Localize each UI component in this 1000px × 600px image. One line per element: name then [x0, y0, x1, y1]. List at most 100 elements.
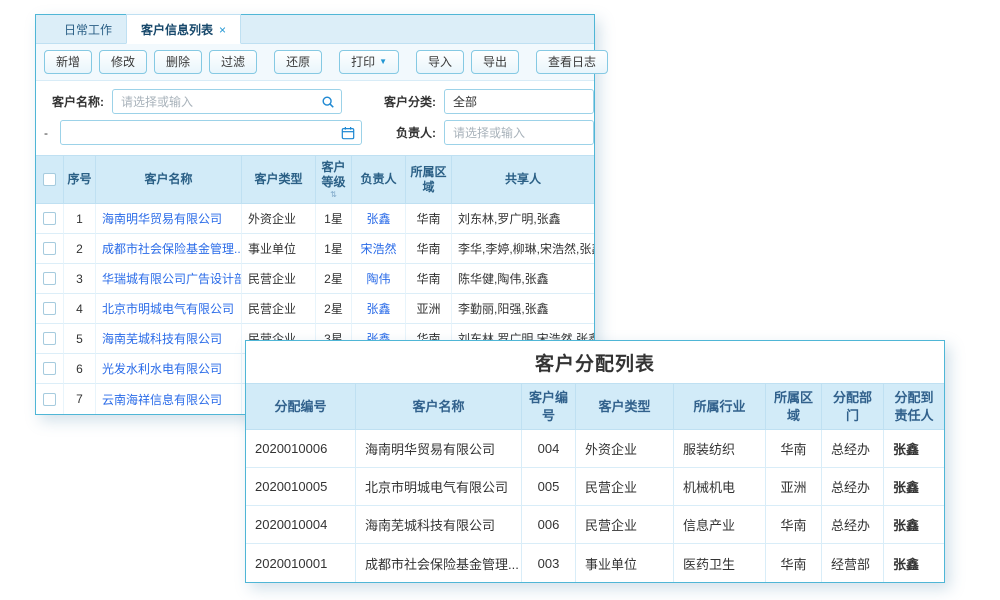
assign-no-link[interactable]: 2020010001: [246, 544, 356, 582]
customer-type: 事业单位: [576, 544, 674, 582]
filter-area: 客户名称: 请选择或输入 客户分类: 全部 - 负: [36, 81, 594, 155]
add-button[interactable]: 新增: [44, 50, 92, 74]
customer-level: 2星: [316, 294, 352, 324]
customer-level: 1星: [316, 204, 352, 234]
owner-link[interactable]: 宋浩然: [352, 234, 406, 264]
assignee-link[interactable]: 张鑫: [884, 544, 944, 582]
delete-button[interactable]: 删除: [154, 50, 202, 74]
dept: 总经办: [822, 506, 884, 544]
owner-link[interactable]: 张鑫: [352, 204, 406, 234]
header-region: 所属区域: [766, 383, 822, 430]
customer-name-link[interactable]: 光发水利水电有限公司: [96, 354, 242, 384]
edit-button[interactable]: 修改: [99, 50, 147, 74]
table-row[interactable]: 2020010005 北京市明城电气有限公司 005 民营企业 机械机电 亚洲 …: [246, 468, 944, 506]
select-all-checkbox[interactable]: [43, 173, 56, 186]
assignee-link[interactable]: 张鑫: [884, 468, 944, 506]
date-range-separator: -: [44, 126, 48, 140]
calendar-icon[interactable]: [341, 126, 355, 140]
row-number: 3: [64, 264, 96, 294]
assign-no-link[interactable]: 2020010004: [246, 506, 356, 544]
customer-name-link[interactable]: 云南海祥信息有限公司: [96, 384, 242, 414]
header-assignee: 分配到责任人: [884, 383, 944, 430]
input-placeholder: 请选择或输入: [453, 124, 525, 141]
header-customer-type: 客户类型: [242, 156, 316, 203]
row-checkbox[interactable]: [43, 332, 56, 345]
industry: 服装纺织: [674, 430, 766, 468]
region: 华南: [766, 430, 822, 468]
print-button[interactable]: 打印 ▼: [339, 50, 399, 74]
customer-level: 2星: [316, 264, 352, 294]
customer-name-input[interactable]: 请选择或输入: [112, 89, 342, 114]
industry: 机械机电: [674, 468, 766, 506]
table-row[interactable]: 2020010006 海南明华贸易有限公司 004 外资企业 服装纺织 华南 总…: [246, 430, 944, 468]
assignee-link[interactable]: 张鑫: [884, 430, 944, 468]
table-row[interactable]: 3 华瑞城有限公司广告设计部 民营企业 2星 陶伟 华南 陈华健,陶伟,张鑫: [36, 264, 594, 294]
category-value: 全部: [453, 93, 477, 110]
customer-name-link[interactable]: 北京市明城电气有限公司: [356, 468, 522, 506]
header-dept: 分配部门: [822, 383, 884, 430]
close-icon[interactable]: ×: [219, 24, 226, 36]
table-header-row: 序号 客户名称 客户类型 客户等级 ⇅ 负责人 所属区域 共享人: [36, 155, 594, 204]
row-number: 1: [64, 204, 96, 234]
dept: 总经办: [822, 468, 884, 506]
table-row[interactable]: 2 成都市社会保险基金管理... 事业单位 1星 宋浩然 华南 李华,李婷,柳琳…: [36, 234, 594, 264]
customer-name-label: 客户名称:: [52, 93, 104, 110]
shared-people: 刘东林,罗广明,张鑫: [452, 204, 594, 234]
region: 亚洲: [766, 468, 822, 506]
customer-no: 004: [522, 430, 576, 468]
header-customer-name: 客户名称: [96, 156, 242, 203]
sort-icon[interactable]: ⇅: [330, 191, 337, 199]
row-checkbox[interactable]: [43, 242, 56, 255]
header-customer-type: 客户类型: [576, 383, 674, 430]
row-checkbox[interactable]: [43, 393, 56, 406]
row-checkbox[interactable]: [43, 212, 56, 225]
assign-no-link[interactable]: 2020010005: [246, 468, 356, 506]
assign-no-link[interactable]: 2020010006: [246, 430, 356, 468]
region: 华南: [766, 506, 822, 544]
customer-name-link[interactable]: 海南明华贸易有限公司: [96, 204, 242, 234]
customer-name-link[interactable]: 海南芜城科技有限公司: [96, 324, 242, 354]
header-customer-level[interactable]: 客户等级 ⇅: [316, 156, 352, 203]
header-assign-no: 分配编号: [246, 383, 356, 430]
table-row[interactable]: 1 海南明华贸易有限公司 外资企业 1星 张鑫 华南 刘东林,罗广明,张鑫: [36, 204, 594, 234]
import-button[interactable]: 导入: [416, 50, 464, 74]
row-checkbox[interactable]: [43, 272, 56, 285]
customer-name-link[interactable]: 成都市社会保险基金管理...: [356, 544, 522, 582]
customer-no: 003: [522, 544, 576, 582]
customer-name-link[interactable]: 成都市社会保险基金管理...: [96, 234, 242, 264]
table-row[interactable]: 2020010001 成都市社会保险基金管理... 003 事业单位 医药卫生 …: [246, 544, 944, 582]
header-owner: 负责人: [352, 156, 406, 203]
header-label: 客户等级: [319, 160, 348, 190]
customer-name-link[interactable]: 海南芜城科技有限公司: [356, 506, 522, 544]
assignee-link[interactable]: 张鑫: [884, 506, 944, 544]
tab-daily-work[interactable]: 日常工作: [50, 15, 126, 43]
row-checkbox[interactable]: [43, 302, 56, 315]
tab-bar: 日常工作 客户信息列表 ×: [36, 15, 594, 44]
date-input[interactable]: [60, 120, 362, 145]
customer-category-select[interactable]: 全部: [444, 89, 594, 114]
customer-name-link[interactable]: 华瑞城有限公司广告设计部: [96, 264, 242, 294]
restore-button[interactable]: 还原: [274, 50, 322, 74]
customer-no: 005: [522, 468, 576, 506]
owner-input[interactable]: 请选择或输入: [444, 120, 594, 145]
tab-label: 日常工作: [64, 21, 112, 38]
export-button[interactable]: 导出: [471, 50, 519, 74]
table-row[interactable]: 4 北京市明城电气有限公司 民营企业 2星 张鑫 亚洲 李勤丽,阳强,张鑫: [36, 294, 594, 324]
customer-type: 外资企业: [242, 204, 316, 234]
tab-customer-info-list[interactable]: 客户信息列表 ×: [126, 14, 241, 44]
filter-button[interactable]: 过滤: [209, 50, 257, 74]
customer-type: 民营企业: [242, 264, 316, 294]
region: 华南: [406, 234, 452, 264]
table-row[interactable]: 2020010004 海南芜城科技有限公司 006 民营企业 信息产业 华南 总…: [246, 506, 944, 544]
customer-name-link[interactable]: 海南明华贸易有限公司: [356, 430, 522, 468]
shared-people: 李华,李婷,柳琳,宋浩然,张鑫: [452, 234, 594, 264]
view-log-button[interactable]: 查看日志: [536, 50, 608, 74]
owner-link[interactable]: 陶伟: [352, 264, 406, 294]
dept: 经营部: [822, 544, 884, 582]
customer-type: 民营企业: [242, 294, 316, 324]
row-checkbox[interactable]: [43, 362, 56, 375]
search-icon[interactable]: [321, 95, 335, 109]
industry: 医药卫生: [674, 544, 766, 582]
owner-link[interactable]: 张鑫: [352, 294, 406, 324]
customer-name-link[interactable]: 北京市明城电气有限公司: [96, 294, 242, 324]
